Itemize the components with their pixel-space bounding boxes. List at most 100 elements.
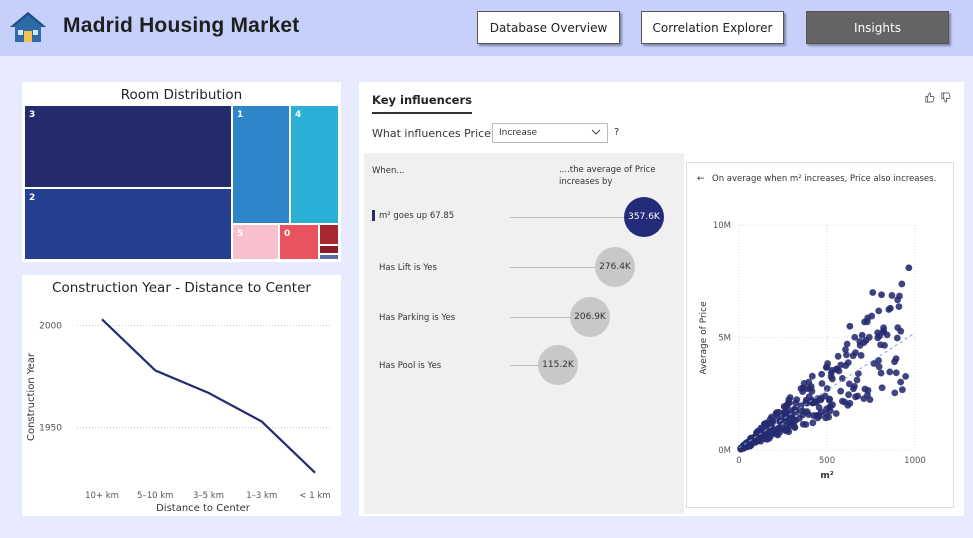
scatter-point[interactable] — [826, 407, 834, 415]
scatter-point[interactable] — [842, 346, 849, 353]
nav-insights-button[interactable]: Insights — [806, 11, 949, 44]
scatter-point[interactable] — [856, 338, 864, 345]
treemap-cell-1-room[interactable]: 1 — [232, 105, 290, 224]
scatter-point[interactable] — [793, 396, 801, 404]
treemap-cell-0-rooms[interactable]: 0 — [279, 224, 319, 260]
treemap-cell-other-a[interactable] — [319, 224, 339, 245]
scatter-point[interactable] — [775, 424, 783, 432]
scatter-point[interactable] — [863, 318, 871, 326]
treemap-cell-5-rooms[interactable]: 5 — [232, 224, 279, 260]
line-point[interactable] — [205, 389, 213, 397]
treemap-cell-other-b[interactable] — [319, 245, 339, 254]
scatter-point[interactable] — [817, 394, 825, 402]
scatter-point[interactable] — [769, 425, 777, 432]
influencer-row-m2[interactable]: m² goes up 67.85 357.6K — [364, 197, 684, 237]
scatter-point[interactable] — [826, 395, 834, 403]
scatter-point[interactable] — [805, 393, 813, 401]
home-icon[interactable] — [8, 9, 48, 45]
scatter-point[interactable] — [787, 409, 795, 416]
treemap-cell-2-rooms[interactable]: 2 — [24, 188, 232, 260]
key-influencers-tab[interactable]: Key influencers — [372, 93, 472, 114]
scatter-point[interactable] — [775, 408, 783, 416]
line-point[interactable] — [258, 418, 266, 426]
scatter-point[interactable] — [803, 408, 811, 416]
scatter-point[interactable] — [877, 369, 885, 377]
thumbs-up-icon[interactable] — [924, 92, 935, 103]
scatter-point[interactable] — [802, 399, 810, 407]
scatter-point[interactable] — [895, 303, 903, 310]
scatter-point[interactable] — [869, 289, 877, 296]
scatter-point[interactable] — [780, 403, 788, 410]
scatter-point[interactable] — [886, 304, 894, 312]
scatter-point[interactable] — [892, 369, 900, 377]
scatter-point[interactable] — [818, 380, 826, 387]
scatter-point[interactable] — [829, 401, 836, 409]
scatter-point[interactable] — [751, 439, 759, 446]
scatter-point[interactable] — [799, 420, 807, 428]
line-point[interactable] — [98, 315, 106, 323]
scatter-point[interactable] — [874, 334, 882, 342]
scatter-point[interactable] — [822, 364, 830, 371]
scatter-point[interactable] — [857, 352, 865, 359]
treemap-cell-3-rooms[interactable]: 3 — [24, 105, 232, 188]
influencer-row-parking[interactable]: Has Parking is Yes 206.9K — [364, 295, 684, 337]
scatter-point[interactable] — [858, 331, 866, 339]
scatter-point[interactable] — [881, 341, 888, 349]
scatter-point[interactable] — [760, 435, 768, 443]
scatter-point[interactable] — [832, 410, 840, 417]
scatter-point[interactable] — [837, 387, 845, 395]
influencer-value-bubble[interactable]: 115.2K — [538, 345, 578, 385]
scatter-point[interactable] — [786, 419, 794, 427]
scatter-point[interactable] — [767, 432, 774, 440]
scatter-point[interactable] — [888, 292, 896, 299]
scatter-point[interactable] — [891, 389, 899, 397]
scatter-point[interactable] — [849, 352, 857, 360]
scatter-point[interactable] — [806, 385, 814, 393]
scatter-point[interactable] — [886, 368, 894, 376]
scatter-point[interactable] — [905, 264, 913, 272]
scatter-point[interactable] — [846, 399, 854, 407]
scatter-point[interactable] — [818, 370, 826, 378]
scatter-point[interactable] — [896, 292, 903, 300]
scatter-point[interactable] — [752, 429, 760, 437]
help-icon[interactable]: ? — [614, 127, 619, 138]
scatter-point[interactable] — [878, 384, 886, 392]
scatter-point[interactable] — [837, 361, 845, 369]
thumbs-down-icon[interactable] — [940, 92, 951, 103]
scatter-point[interactable] — [854, 392, 862, 400]
scatter-point[interactable] — [878, 291, 885, 299]
scatter-point[interactable] — [861, 385, 869, 393]
scatter-point[interactable] — [846, 322, 854, 330]
scatter-point[interactable] — [902, 372, 910, 380]
nav-correlation-explorer-button[interactable]: Correlation Explorer — [641, 11, 784, 44]
scatter-point[interactable] — [839, 397, 846, 405]
scatter-point[interactable] — [898, 386, 906, 394]
scatter-point[interactable] — [825, 413, 833, 421]
scatter-point[interactable] — [860, 395, 868, 403]
influencer-value-bubble[interactable]: 276.4K — [595, 247, 635, 287]
scatter-point[interactable] — [875, 307, 883, 315]
scatter-point[interactable] — [809, 419, 817, 427]
scatter-point[interactable] — [796, 414, 803, 422]
treemap-cell-other-c[interactable] — [319, 254, 339, 260]
scatter-point[interactable] — [845, 380, 853, 388]
scatter-point[interactable] — [785, 428, 793, 436]
scatter-point[interactable] — [891, 358, 898, 366]
influencer-value-bubble[interactable]: 357.6K — [624, 197, 664, 237]
scatter-point[interactable] — [808, 372, 816, 380]
scatter-point[interactable] — [853, 376, 861, 384]
scatter-point[interactable] — [845, 391, 853, 399]
influencer-value-bubble[interactable]: 206.9K — [570, 297, 610, 337]
treemap-cell-4-rooms[interactable]: 4 — [290, 105, 339, 224]
scatter-point[interactable] — [880, 324, 888, 332]
influencer-row-lift[interactable]: Has Lift is Yes 276.4K — [364, 245, 684, 287]
influence-direction-dropdown[interactable]: Increase — [492, 123, 608, 143]
scatter-point[interactable] — [898, 280, 906, 288]
scatter-point[interactable] — [817, 408, 825, 416]
nav-database-overview-button[interactable]: Database Overview — [477, 11, 620, 44]
influencer-row-pool[interactable]: Has Pool is Yes 115.2K — [364, 343, 684, 385]
scatter-point[interactable] — [828, 375, 836, 383]
scatter-point[interactable] — [897, 378, 905, 386]
line-point[interactable] — [311, 469, 319, 477]
line-point[interactable] — [151, 366, 159, 374]
